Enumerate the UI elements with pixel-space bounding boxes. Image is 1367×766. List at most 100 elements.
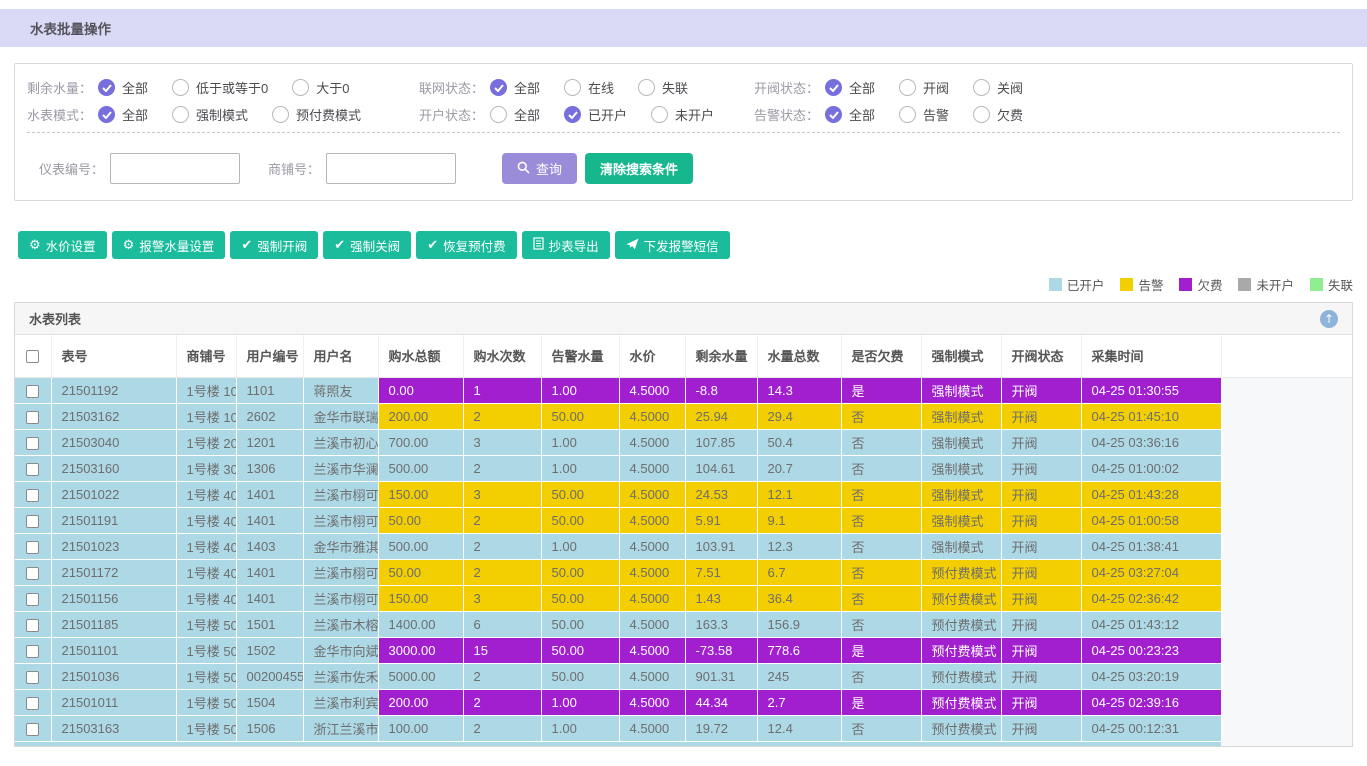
radio-option[interactable]: 全部 bbox=[98, 105, 148, 124]
row-select-cell bbox=[15, 663, 51, 689]
radio-option[interactable]: 预付费模式 bbox=[272, 105, 361, 124]
radio-option[interactable]: 已开户 bbox=[564, 105, 627, 124]
radio-option[interactable]: 全部 bbox=[825, 105, 875, 124]
radio-checked-icon[interactable] bbox=[564, 106, 581, 123]
radio-option[interactable]: 在线 bbox=[564, 78, 614, 97]
toolbar-button[interactable]: ⚙水价设置 bbox=[18, 231, 107, 259]
cell-filler bbox=[1221, 481, 1352, 507]
collapse-up-icon[interactable]: ↑ bbox=[1320, 310, 1338, 328]
action-toolbar: ⚙水价设置⚙报警水量设置✔强制开阀✔强制关阀✔恢复预付费 抄表导出下发报警短信 bbox=[18, 231, 1353, 259]
row-checkbox[interactable] bbox=[26, 489, 39, 502]
radio-option-label: 已开户 bbox=[588, 105, 627, 124]
radio-option[interactable]: 全部 bbox=[825, 78, 875, 97]
table-row: 215011721号楼 4051401兰溪市栩可钅50.00250.004.50… bbox=[15, 559, 1352, 585]
cell-filler bbox=[1221, 559, 1352, 585]
radio-unchecked-icon[interactable] bbox=[490, 106, 507, 123]
cell-remaining-volume: 104.61 bbox=[685, 455, 757, 481]
cell-price: 4.5000 bbox=[619, 429, 685, 455]
cell-total-volume: 12.1 bbox=[757, 481, 841, 507]
radio-unchecked-icon[interactable] bbox=[564, 79, 581, 96]
cell-meter-no: 21501011 bbox=[51, 689, 176, 715]
radio-unchecked-icon[interactable] bbox=[292, 79, 309, 96]
radio-option[interactable]: 欠费 bbox=[973, 105, 1023, 124]
row-checkbox[interactable] bbox=[26, 515, 39, 528]
radio-checked-icon[interactable] bbox=[98, 106, 115, 123]
row-checkbox[interactable] bbox=[26, 723, 39, 736]
toolbar-button-label: 抄表导出 bbox=[549, 236, 599, 255]
cell-remaining-volume: 19.72 bbox=[685, 715, 757, 741]
cell-purchase-count: 3 bbox=[463, 429, 541, 455]
radio-unchecked-icon[interactable] bbox=[651, 106, 668, 123]
row-checkbox[interactable] bbox=[26, 645, 39, 658]
legend-item: 告警 bbox=[1120, 275, 1163, 294]
meter-no-input[interactable] bbox=[110, 153, 240, 184]
cell-user-name: 兰溪市利宾工 bbox=[303, 689, 378, 715]
legend-swatch bbox=[1310, 278, 1323, 291]
cell-purchase-count: 2 bbox=[463, 663, 541, 689]
radio-checked-icon[interactable] bbox=[490, 79, 507, 96]
radio-option[interactable]: 大于0 bbox=[292, 78, 349, 97]
radio-unchecked-icon[interactable] bbox=[973, 106, 990, 123]
radio-option[interactable]: 全部 bbox=[98, 78, 148, 97]
cell-alarm-volume: 1.00 bbox=[541, 533, 619, 559]
cell-alarm-volume: 50.00 bbox=[541, 585, 619, 611]
radio-checked-icon[interactable] bbox=[98, 79, 115, 96]
cell-filler bbox=[1221, 455, 1352, 481]
cell-remaining-volume: -73.58 bbox=[685, 637, 757, 663]
row-checkbox[interactable] bbox=[26, 593, 39, 606]
row-checkbox[interactable] bbox=[26, 385, 39, 398]
toolbar-button[interactable]: 下发报警短信 bbox=[615, 231, 730, 259]
radio-unchecked-icon[interactable] bbox=[973, 79, 990, 96]
radio-option[interactable]: 未开户 bbox=[651, 105, 714, 124]
water-meter-table: 表号商铺号用户编号用户名购水总额购水次数告警水量水价剩余水量水量总数是否欠费强制… bbox=[15, 335, 1352, 746]
cell-user-no: 2602 bbox=[236, 403, 303, 429]
cell-is-arrears: 否 bbox=[841, 611, 921, 637]
radio-unchecked-icon[interactable] bbox=[899, 79, 916, 96]
radio-option[interactable]: 失联 bbox=[638, 78, 688, 97]
toolbar-button[interactable]: 抄表导出 bbox=[522, 231, 610, 259]
column-header-mode: 强制模式 bbox=[921, 335, 1001, 377]
toolbar-button-label: 报警水量设置 bbox=[139, 236, 214, 255]
cell-collect-time: 04-25 03:20:19 bbox=[1081, 663, 1221, 689]
filter-group: 告警状态：全部告警欠费 bbox=[754, 105, 1340, 124]
shop-no-input[interactable] bbox=[326, 153, 456, 184]
radio-unchecked-icon[interactable] bbox=[638, 79, 655, 96]
row-checkbox[interactable] bbox=[26, 463, 39, 476]
toolbar-button[interactable]: ✔强制开阀 bbox=[230, 231, 318, 259]
select-all-checkbox[interactable] bbox=[26, 350, 39, 363]
cell-user-no: 1504 bbox=[236, 689, 303, 715]
toolbar-button[interactable]: ⚙报警水量设置 bbox=[112, 231, 226, 259]
radio-checked-icon[interactable] bbox=[825, 106, 842, 123]
cell-valve-state: 开阀 bbox=[1001, 637, 1081, 663]
radio-option[interactable]: 强制模式 bbox=[172, 105, 248, 124]
radio-option[interactable]: 低于或等于0 bbox=[172, 78, 268, 97]
row-checkbox[interactable] bbox=[26, 541, 39, 554]
table-row: 215010221号楼 4011401兰溪市栩可钅150.00350.004.5… bbox=[15, 481, 1352, 507]
radio-unchecked-icon[interactable] bbox=[899, 106, 916, 123]
row-checkbox[interactable] bbox=[26, 567, 39, 580]
row-checkbox[interactable] bbox=[26, 437, 39, 450]
row-checkbox[interactable] bbox=[26, 671, 39, 684]
row-checkbox[interactable] bbox=[26, 411, 39, 424]
cell-price: 4.5000 bbox=[619, 377, 685, 403]
radio-unchecked-icon[interactable] bbox=[172, 106, 189, 123]
radio-checked-icon[interactable] bbox=[825, 79, 842, 96]
radio-unchecked-icon[interactable] bbox=[272, 106, 289, 123]
clear-search-button[interactable]: 清除搜索条件 bbox=[585, 153, 693, 184]
row-select-cell bbox=[15, 429, 51, 455]
cell-valve-state: 开阀 bbox=[1001, 481, 1081, 507]
toolbar-button[interactable]: ✔强制关阀 bbox=[323, 231, 411, 259]
cell-valve-state: 开阀 bbox=[1001, 507, 1081, 533]
radio-option[interactable]: 告警 bbox=[899, 105, 949, 124]
row-checkbox[interactable] bbox=[26, 697, 39, 710]
row-checkbox[interactable] bbox=[26, 619, 39, 632]
cell-mode: 强制模式 bbox=[921, 429, 1001, 455]
radio-option[interactable]: 关阀 bbox=[973, 78, 1023, 97]
toolbar-button[interactable]: ✔恢复预付费 bbox=[416, 231, 516, 259]
radio-option[interactable]: 全部 bbox=[490, 105, 540, 124]
radio-option[interactable]: 开阀 bbox=[899, 78, 949, 97]
radio-unchecked-icon[interactable] bbox=[172, 79, 189, 96]
radio-option[interactable]: 全部 bbox=[490, 78, 540, 97]
query-button[interactable]: 查询 bbox=[502, 153, 577, 184]
radio-option-label: 强制模式 bbox=[196, 105, 248, 124]
